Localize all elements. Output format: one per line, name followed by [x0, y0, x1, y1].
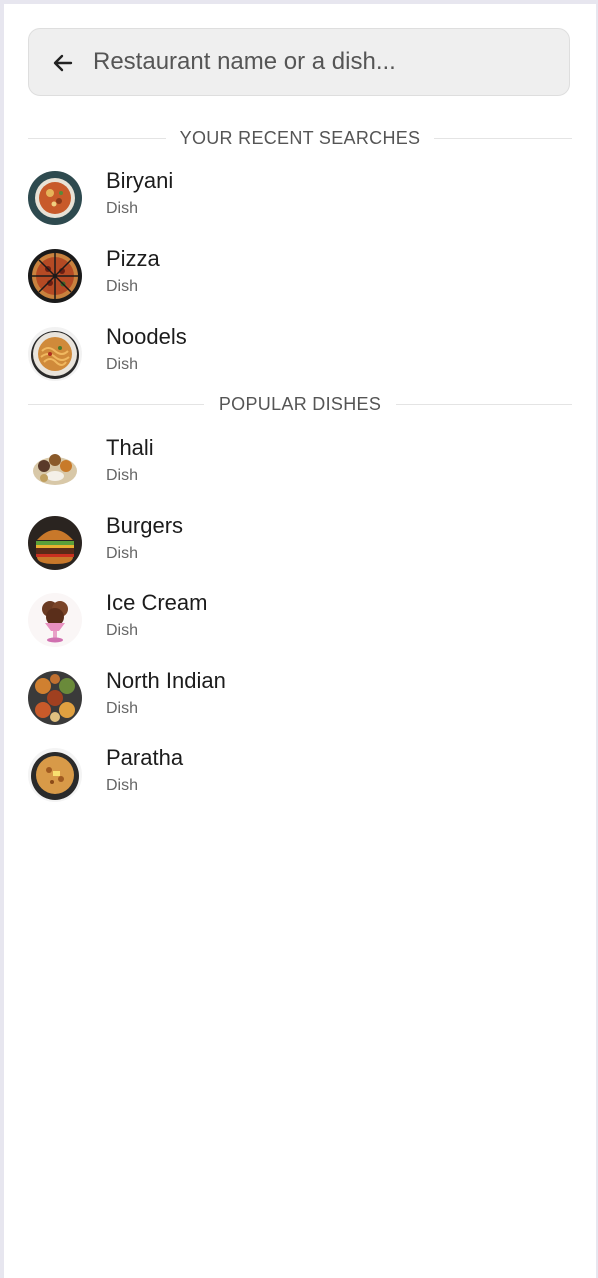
item-name: Burgers [106, 513, 184, 538]
north-indian-image [28, 671, 82, 725]
item-name: Pizza [106, 246, 160, 271]
item-name: Ice Cream [106, 590, 208, 615]
popular-dishes-title: POPULAR DISHES [204, 394, 396, 414]
list-item-thali[interactable]: Thali Dish [28, 434, 572, 496]
paratha-image [28, 748, 82, 802]
item-name: Thali [106, 435, 154, 460]
item-type: Dish [106, 200, 139, 217]
list-item-paratha[interactable]: Paratha Dish [28, 744, 572, 806]
noodles-image [28, 327, 82, 381]
item-type: Dish [106, 467, 139, 484]
search-bar[interactable] [28, 28, 570, 96]
search-panel: YOUR RECENT SEARCHES Biryani Dish [4, 4, 596, 1278]
pizza-image [28, 249, 82, 303]
recent-searches-title: YOUR RECENT SEARCHES [165, 128, 435, 148]
burger-image [28, 516, 82, 570]
biryani-image [28, 171, 82, 225]
list-item-noodels[interactable]: Noodels Dish [28, 323, 572, 385]
list-item-biryani[interactable]: Biryani Dish [28, 167, 572, 229]
item-name: Paratha [106, 745, 184, 770]
item-name: North Indian [106, 668, 226, 693]
item-type: Dish [106, 777, 139, 794]
item-type: Dish [106, 545, 139, 562]
back-arrow-icon[interactable] [51, 51, 75, 75]
item-type: Dish [106, 700, 139, 717]
popular-dishes-header: POPULAR DISHES [28, 393, 572, 415]
list-item-pizza[interactable]: Pizza Dish [28, 245, 572, 307]
list-item-north-indian[interactable]: North Indian Dish [28, 667, 572, 729]
recent-searches-header: YOUR RECENT SEARCHES [28, 127, 572, 149]
list-item-burgers[interactable]: Burgers Dish [28, 512, 572, 574]
item-name: Biryani [106, 168, 174, 193]
search-input[interactable] [93, 43, 553, 81]
list-item-ice-cream[interactable]: Ice Cream Dish [28, 589, 572, 651]
ice-cream-image [28, 593, 82, 647]
thali-image [28, 438, 82, 492]
item-name: Noodels [106, 324, 187, 349]
item-type: Dish [106, 278, 139, 295]
item-type: Dish [106, 622, 139, 639]
item-type: Dish [106, 356, 139, 373]
